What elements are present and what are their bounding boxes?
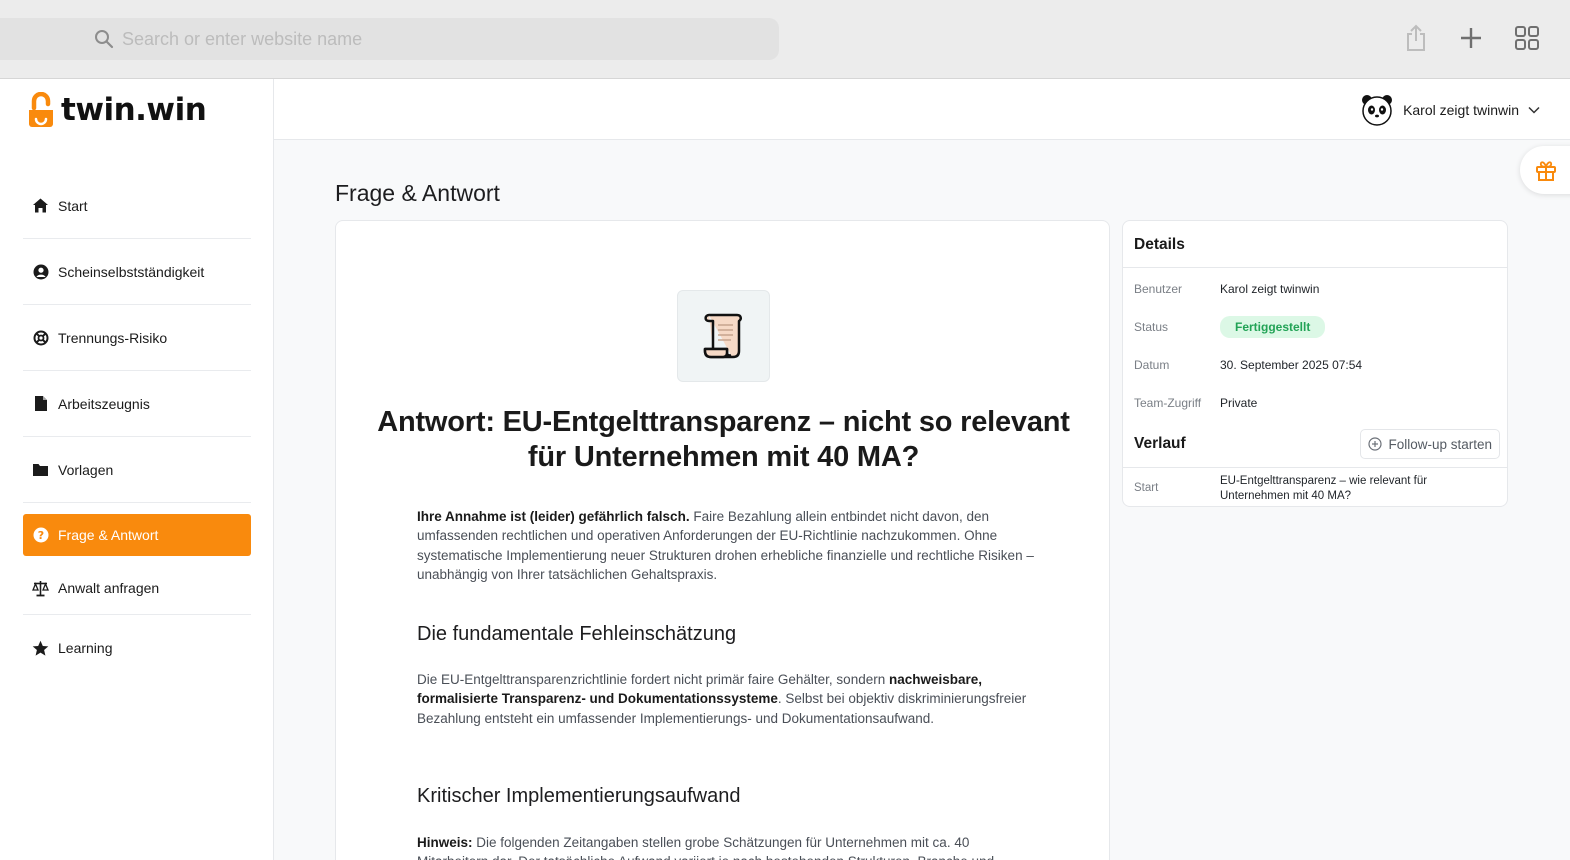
answer-card: Antwort: EU-Entgelttransparenz – nicht s… <box>335 220 1110 860</box>
sidebar-item-frage-antwort[interactable]: ? Frage & Antwort <box>23 514 251 556</box>
sidebar-item-label: Frage & Antwort <box>58 527 159 543</box>
detail-key: Team-Zugriff <box>1134 396 1202 410</box>
intro-bold: Ihre Annahme ist (leider) gefährlich fal… <box>417 509 690 524</box>
follow-up-button[interactable]: Follow-up starten <box>1360 429 1500 459</box>
detail-value: 30. September 2025 07:54 <box>1220 358 1363 372</box>
grid-icon <box>1515 26 1539 50</box>
logo-text: twin.win <box>61 92 207 128</box>
share-button[interactable] <box>1401 22 1431 54</box>
sidebar-item-trennungs-risiko[interactable]: Trennungs-Risiko <box>23 305 251 371</box>
answer-title: Antwort: EU-Entgelttransparenz – nicht s… <box>377 406 1070 473</box>
verlauf-key: Start <box>1134 482 1159 494</box>
detail-row-datum: Datum 30. September 2025 07:54 <box>1134 358 1362 372</box>
section-paragraph: Die EU-Entgelttransparenzrichtlinie ford… <box>417 670 1037 728</box>
lifebuoy-icon <box>32 329 49 346</box>
detail-row-benutzer: Benutzer Karol zeigt twinwin <box>1134 282 1319 296</box>
sidebar-item-vorlagen[interactable]: Vorlagen <box>23 437 251 503</box>
user-menu[interactable]: Karol zeigt twinwin <box>1360 93 1540 127</box>
logo[interactable]: twin.win <box>27 92 207 128</box>
sidebar-item-scheinselbststaendigkeit[interactable]: Scheinselbstständigkeit <box>23 239 251 305</box>
section-heading-implementierungsaufwand: Kritischer Implementierungsaufwand <box>417 785 741 807</box>
paragraph-text: Die EU-Entgelttransparenzrichtlinie ford… <box>417 672 889 687</box>
sidebar-item-label: Arbeitszeugnis <box>58 395 150 412</box>
sidebar-item-label: Scheinselbstständigkeit <box>58 263 205 280</box>
sidebar-item-start[interactable]: Start <box>23 173 251 239</box>
question-circle-icon: ? <box>32 527 49 544</box>
browser-toolbar <box>0 0 1570 79</box>
sidebar-item-label: Trennungs-Risiko <box>58 329 168 346</box>
detail-row-team-zugriff: Team-Zugriff Private <box>1134 396 1257 410</box>
sidebar-item-label: Vorlagen <box>58 461 114 478</box>
sidebar-item-anwalt-anfragen[interactable]: Anwalt anfragen <box>23 562 251 615</box>
chevron-down-icon <box>1528 106 1540 114</box>
intro-paragraph: Ihre Annahme ist (leider) gefährlich fal… <box>417 507 1037 584</box>
user-circle-icon <box>32 263 49 280</box>
follow-up-label: Follow-up starten <box>1388 436 1492 452</box>
verlauf-row[interactable]: Start EU-Entgelttransparenz – wie releva… <box>1134 474 1460 504</box>
details-title: Details <box>1123 221 1507 268</box>
hint-label: Hinweis: <box>417 835 473 850</box>
svg-text:?: ? <box>37 529 43 542</box>
star-icon <box>32 640 49 657</box>
sidebar-item-label: Learning <box>58 640 113 656</box>
top-bar: Karol zeigt twinwin <box>274 79 1570 140</box>
detail-key: Status <box>1134 320 1169 334</box>
gift-icon <box>1536 161 1556 181</box>
sidebar-item-learning[interactable]: Learning <box>23 615 251 681</box>
tab-overview-button[interactable] <box>1512 22 1542 54</box>
detail-key: Benutzer <box>1134 282 1183 296</box>
section-heading-fehleinschaetzung: Die fundamentale Fehleinschätzung <box>417 623 737 645</box>
gift-button[interactable] <box>1520 146 1570 194</box>
detail-value: Private <box>1220 396 1258 410</box>
status-badge: Fertiggestellt <box>1220 316 1326 338</box>
folder-icon <box>32 461 49 478</box>
sidebar-item-label: Anwalt anfragen <box>58 580 160 596</box>
divider <box>1123 467 1507 468</box>
detail-key: Datum <box>1134 358 1170 372</box>
panda-avatar-icon <box>1362 95 1393 126</box>
plus-icon <box>1461 28 1481 48</box>
verlauf-value: EU-Entgelttransparenz – wie relevant für… <box>1220 475 1428 502</box>
detail-row-status: Status Fertiggestellt <box>1134 316 1326 338</box>
main-nav: Start Scheinselbstständigkeit Trennungs-… <box>23 173 251 681</box>
search-icon <box>95 30 114 49</box>
address-input[interactable] <box>122 26 742 52</box>
sidebar-item-label: Start <box>58 197 88 214</box>
share-icon <box>1407 24 1425 51</box>
document-icon <box>32 395 49 412</box>
user-name: Karol zeigt twinwin <box>1403 102 1519 118</box>
scroll-icon <box>703 313 742 359</box>
detail-value: Karol zeigt twinwin <box>1220 282 1320 296</box>
home-icon <box>32 197 49 214</box>
sidebar-item-arbeitszeugnis[interactable]: Arbeitszeugnis <box>23 371 251 437</box>
hint-text: Die folgenden Zeitangaben stellen grobe … <box>417 835 994 860</box>
sidebar: twin.win Start Scheinselbstständigkeit T… <box>0 79 274 860</box>
verlauf-title: Verlauf <box>1134 435 1186 452</box>
new-tab-button[interactable] <box>1456 22 1486 54</box>
scales-icon <box>32 580 49 597</box>
page-title: Frage & Antwort <box>335 180 500 206</box>
answer-icon-box <box>677 290 770 382</box>
details-panel: Details Benutzer Karol zeigt twinwin Sta… <box>1122 220 1508 507</box>
address-bar[interactable] <box>0 18 779 60</box>
lock-logo-icon <box>29 92 53 127</box>
plus-circle-icon <box>1368 437 1383 451</box>
hint-paragraph: Hinweis: Die folgenden Zeitangaben stell… <box>417 833 1037 860</box>
